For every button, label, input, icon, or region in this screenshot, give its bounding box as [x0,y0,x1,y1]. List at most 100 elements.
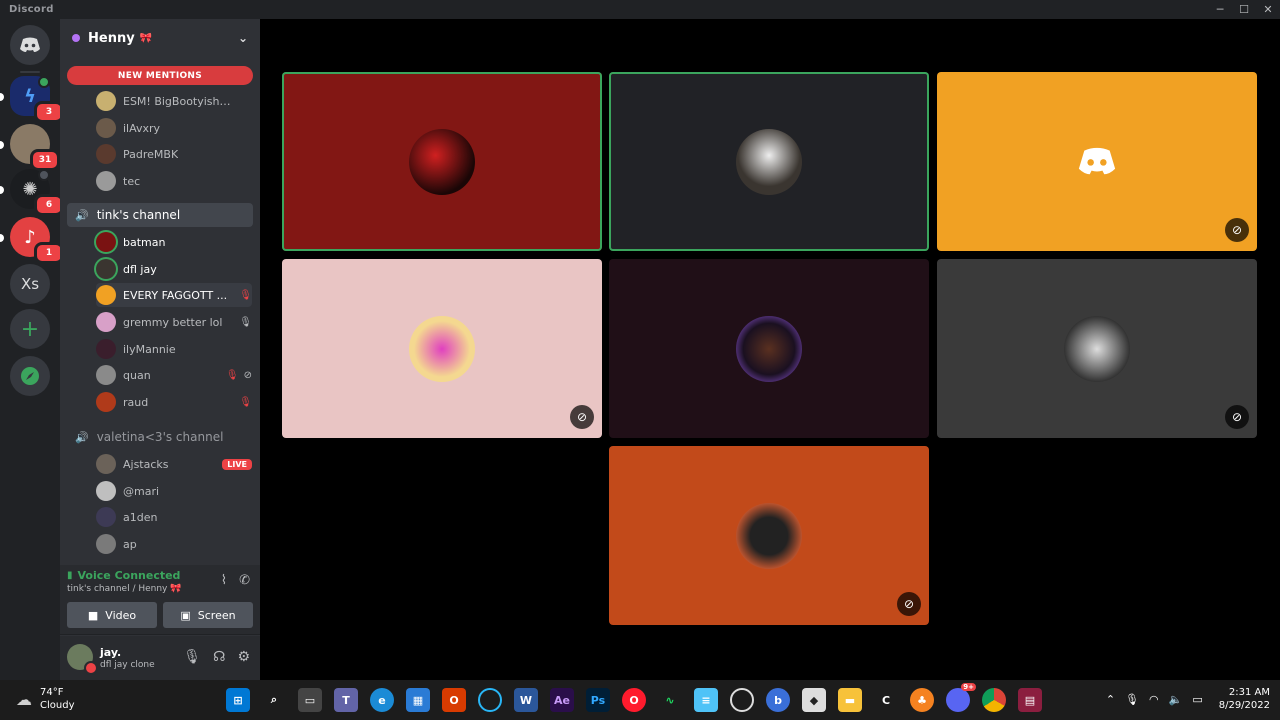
new-mentions-banner[interactable]: NEW MENTIONS [67,66,253,85]
speaker-icon: 🔊 [75,208,89,222]
voice-user[interactable]: ilyMannie [96,337,252,361]
obs-icon[interactable] [730,688,754,712]
avatar [96,392,116,412]
voice-user[interactable]: batman [96,230,252,254]
voice-controls: ⌇ ✆ [221,573,250,588]
fl-studio-icon[interactable]: ♣ [910,688,934,712]
participant-tile[interactable]: ⊘ [609,446,929,625]
after-effects-icon[interactable]: Ae [550,688,574,712]
voice-user[interactable]: quan 🎙 ⊘ [96,363,252,387]
mic-muted-icon: ⊘ [1225,218,1249,242]
participant-tile[interactable] [609,259,929,438]
voice-user[interactable]: EVERY FAGGOTT ... 🎙 [96,283,252,307]
winrar-icon[interactable]: ▤ [1018,688,1042,712]
participant-tile[interactable]: ⊘ [937,259,1257,438]
plus-icon: + [20,316,40,342]
screen-share-button[interactable]: ▣ Screen [163,602,253,628]
minimize-icon[interactable]: ─ [1208,0,1232,19]
battery-icon[interactable]: ▭ [1192,693,1202,706]
discord-logo-icon [1078,147,1116,175]
cortana-icon[interactable] [478,688,502,712]
music-app-icon[interactable]: ∿ [658,688,682,712]
teams-icon[interactable]: T [334,688,358,712]
notepad-icon[interactable]: ≡ [694,688,718,712]
screen-share-icon [38,169,50,181]
home-button[interactable] [10,25,50,65]
edge-icon[interactable]: e [370,688,394,712]
noise-suppression-icon[interactable]: ⌇ [221,573,227,588]
avatar [96,534,116,554]
voice-connected-status[interactable]: ▮ Voice Connected [67,569,180,582]
ccleaner-icon[interactable]: C [874,688,898,712]
mic-muted-icon: 🎙 [239,316,252,328]
server-icon-4[interactable]: ♪ 1 [10,217,64,264]
windows-start-icon[interactable]: ⊞ [226,688,250,712]
chevron-down-icon[interactable]: ⌄ [238,31,248,45]
user-state-icons: 🎙 [239,290,252,301]
chevron-up-icon[interactable]: ⌃ [1106,693,1115,706]
volume-icon[interactable]: 🔈 [1169,693,1183,706]
chrome-icon[interactable] [982,688,1006,712]
voice-user[interactable]: a1den [96,505,252,529]
explore-servers-button[interactable] [10,356,50,396]
server-icon-2[interactable]: 31 [10,124,60,171]
clock[interactable]: 2:31 AM 8/29/2022 [1219,686,1270,712]
speaker-icon: 🔊 [75,430,89,444]
title-bar: Discord ─ ☐ ✕ [0,0,1280,19]
voice-location[interactable]: tink's channel / Henny 🎀 [67,584,181,594]
voice-user[interactable]: ilAvxry [96,116,252,140]
opera-icon[interactable]: O [622,688,646,712]
participant-tile[interactable] [609,72,929,251]
voice-user[interactable]: ap [96,532,252,556]
discord-taskbar-icon[interactable]: 9+ [946,683,976,712]
microphone-icon[interactable]: 🎙 [183,649,201,665]
participant-tile[interactable] [282,72,602,251]
server-icon-xs[interactable]: Xs [10,264,50,304]
voice-user[interactable]: tec [96,169,252,193]
microphone-icon[interactable]: 🎙 [1125,693,1139,706]
voice-user[interactable]: @mari [96,479,252,503]
voice-channel-tinks[interactable]: 🔊 tink's channel [67,203,253,227]
office-icon[interactable]: O [442,688,466,712]
word-icon[interactable]: W [514,688,538,712]
voice-user[interactable]: dfl jay [96,257,252,281]
channel-list: ESM! BigBootyisha🤍 ilAvxry PadreMBK tec … [60,89,260,565]
headphones-icon[interactable]: ☊ [213,649,225,665]
server-icon-1[interactable]: ϟ 3 [10,76,64,123]
roblox-icon[interactable]: ◆ [802,688,826,712]
blue-app-icon[interactable]: b [766,688,790,712]
guild-header[interactable]: Henny 🎀 ⌄ [60,19,260,57]
voice-user[interactable]: PadreMBK [96,142,252,166]
store-icon[interactable]: ▦ [406,688,430,712]
task-view-icon[interactable]: ▭ [298,688,322,712]
voice-user[interactable]: Ajstacks LIVE [96,452,252,476]
photoshop-icon[interactable]: Ps [586,688,610,712]
user-name: ap [123,537,137,551]
search-icon[interactable]: ⌕ [262,688,286,712]
avatar [409,129,475,195]
server-initials: Xs [20,275,40,293]
server-icon-3[interactable]: ✺ 6 [10,169,64,216]
voice-channel-valetina[interactable]: 🔊 valetina<3's channel [67,425,253,449]
gear-icon[interactable]: ⚙ [237,649,250,665]
deafened-icon: ⊘ [243,369,252,381]
voice-user[interactable]: gremmy better lol 🎙 [96,310,252,334]
mic-muted-icon: 🎙 [239,396,252,408]
close-icon[interactable]: ✕ [1256,0,1280,19]
screen-icon: ▣ [180,608,191,622]
participant-tile[interactable]: ⊘ [282,259,602,438]
rail-separator [20,71,40,73]
add-server-button[interactable]: + [10,309,50,349]
disconnect-icon[interactable]: ✆ [239,573,250,588]
mic-muted-icon: 🎙 [239,289,252,301]
file-explorer-icon[interactable]: ▬ [838,688,862,712]
voice-user[interactable]: ESM! BigBootyisha🤍 [96,89,252,113]
participant-tile[interactable]: ⊘ [937,72,1257,251]
video-button[interactable]: ■ Video [67,602,157,628]
voice-user[interactable]: raud 🎙 [96,390,252,414]
avatar [96,507,116,527]
maximize-icon[interactable]: ☐ [1232,0,1256,19]
wifi-icon[interactable]: ◠ [1149,693,1159,706]
weather-widget[interactable]: ☁ 74°F Cloudy [16,686,74,712]
unread-pill [0,141,4,149]
